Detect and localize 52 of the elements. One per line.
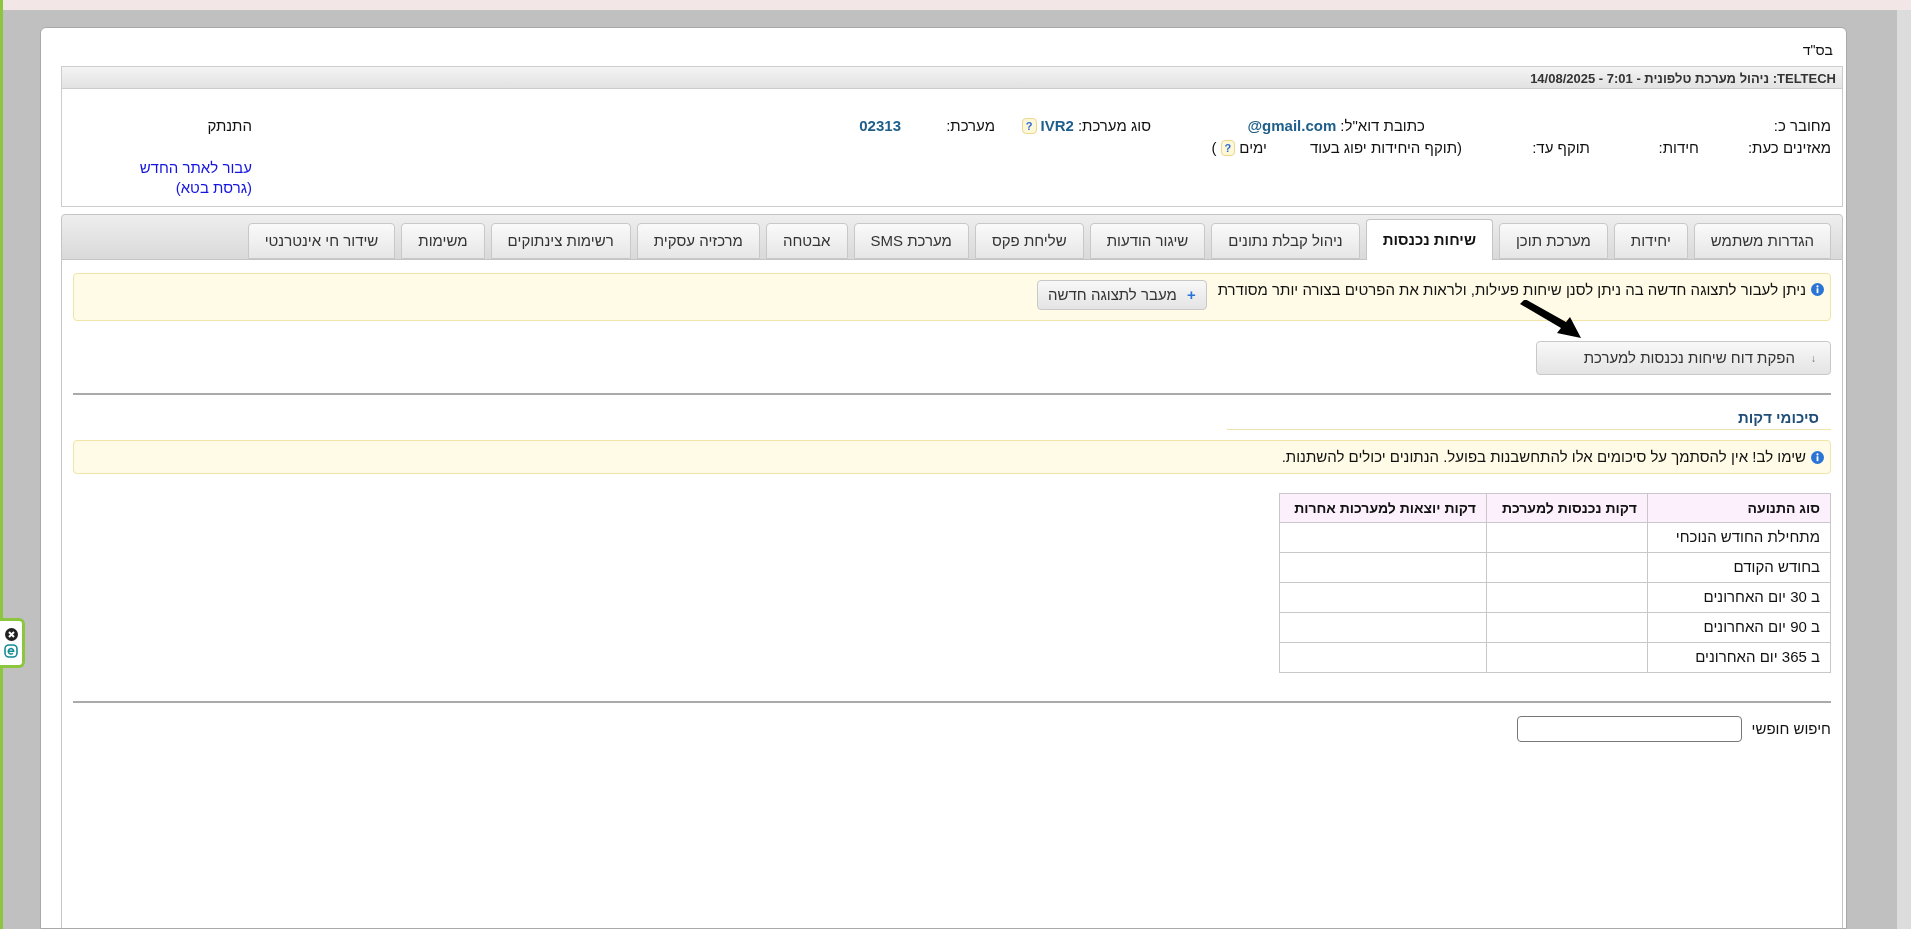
help-icon[interactable]: ? [1021,118,1037,134]
tab[interactable]: רשימות צינתוקים [490,223,631,259]
info-icon [1811,450,1824,464]
info-icon [1811,283,1824,296]
shield-e-icon[interactable] [4,644,18,658]
column-header: סוג התנועה [1647,493,1831,523]
listeners-label: מאזינים כעת: [1747,138,1831,156]
tab[interactable]: שיחות נכנסות [1365,219,1493,260]
connected-as-label: מחובר כ: [1773,116,1831,134]
logout-link[interactable]: התנתק [207,117,252,135]
tab[interactable]: הגדרות משתמש [1693,223,1831,259]
title-bar: TELTECH: ניהול מערכת טלפונית - 7:01 - 14/08/2025 [61,66,1843,89]
tab[interactable]: שליחת פקס [974,223,1084,259]
free-search-field[interactable] [1516,716,1742,742]
valid-until-label: תוקף עד: [1532,138,1590,156]
tab[interactable]: מערכת SMS [853,223,969,259]
system-label: מערכת: [946,116,995,134]
tab[interactable]: ניהול קבלת נתונים [1211,223,1360,259]
tab[interactable]: מערכת תוכן [1498,223,1608,259]
beta-version-link[interactable]: (גרסת בטא) [175,178,252,198]
email-label: כתובת דוא"ל: [1340,115,1425,136]
system-type-label: סוג מערכת: [1077,115,1151,136]
close-icon[interactable] [4,628,18,641]
section-title: סיכומי דקות [1227,407,1831,430]
expiry-note: (תוקף היחידות יפוג בעוד [1310,138,1462,156]
notice-text: ניתן לעבור לתצוגה חדשה בה ניתן לסנן שיחות פעילות, ולראות את הפרטים בצורה יותר מסודרת [1217,281,1806,299]
email-value: @gmail.com [1247,115,1337,136]
report-button[interactable]: ↓ הפקת דוח שיחות נכנסות למערכת [1536,341,1831,375]
tab[interactable]: שידור חי אינטרנטי [247,223,396,259]
new-view-button[interactable]: + מעבר לתצוגה חדשה [1037,280,1207,310]
column-header: דקות יוצאות למערכות אחרות [1279,493,1487,523]
free-search-label: חיפוש חופשי [1751,718,1831,739]
table-cell: בחודש הקודם [1647,552,1831,583]
table-cell: מתחילת החודש הנוכחי [1647,522,1831,553]
tab[interactable]: מרכזיה עסקית [636,223,760,259]
blessing-text: בס"ד [1802,41,1833,60]
days-label: ימים [1239,137,1267,158]
table-cell: ב 30 יום האחרונים [1647,582,1831,613]
new-site-link[interactable]: עבור לאתר החדש [139,158,252,178]
table-cell: ב 365 יום האחרונים [1647,642,1831,673]
tab[interactable]: משימות [401,223,485,259]
system-type-value: IVR2 [1040,115,1074,136]
closing-parenthesis: ) [1211,137,1217,158]
tab[interactable]: יחידות [1613,223,1688,259]
warning-text: שימו לב! אין להסתמך על סיכומים אלו להתחשבנות בפועל. הנתונים יכולים להשתנות. [1281,446,1806,467]
tab[interactable]: אבטחה [765,223,848,259]
table-cell: ב 90 יום האחרונים [1647,612,1831,643]
help-icon[interactable]: ? [1220,140,1236,156]
system-number: 02313 [859,116,901,134]
units-label: חידות: [1658,138,1699,156]
tab[interactable]: שיגור הודעות [1089,223,1206,259]
column-header: דקות נכנסות למערכת [1486,493,1648,523]
